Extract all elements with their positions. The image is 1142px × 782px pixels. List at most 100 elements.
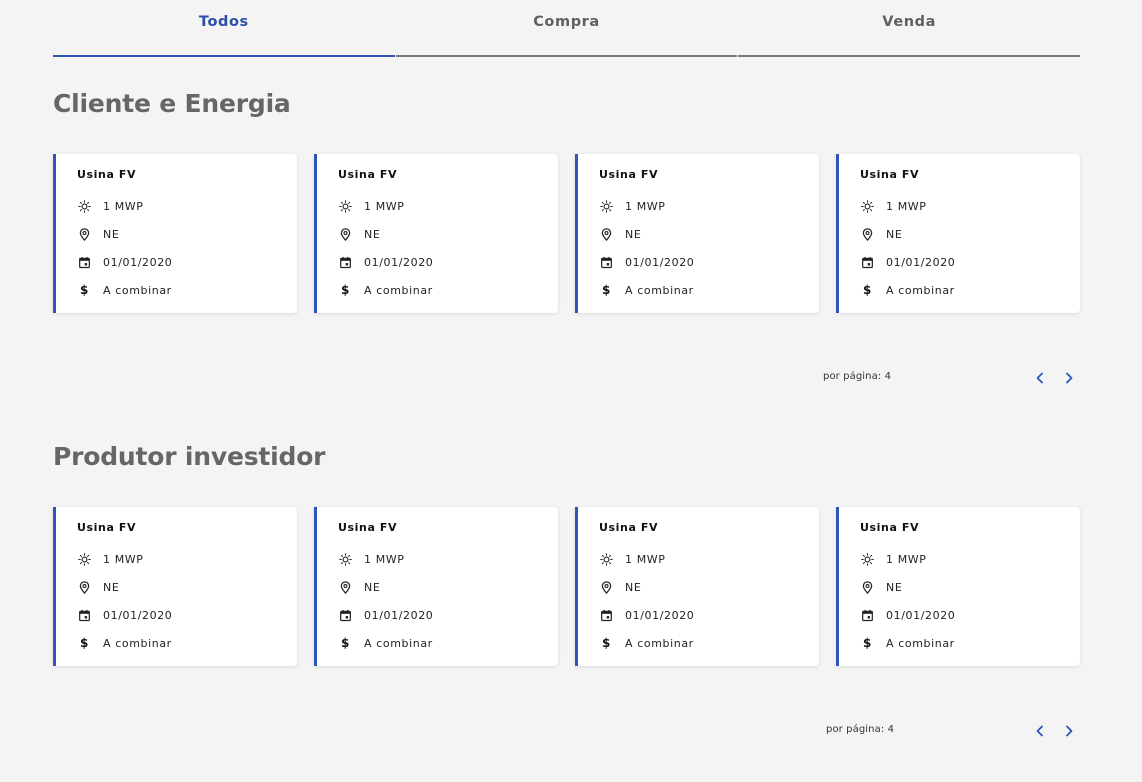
- date-value: 01/01/2020: [625, 255, 695, 269]
- region-row: NE: [599, 227, 819, 241]
- date-value: 01/01/2020: [886, 608, 956, 622]
- card-title: Usina FV: [599, 521, 659, 534]
- dollar-icon: $: [863, 283, 872, 297]
- location-pin-icon: [77, 580, 92, 594]
- tab-todos[interactable]: Todos: [53, 0, 395, 57]
- offer-card[interactable]: Usina FV 1 MWP NE 01/01/2020 $ A combina…: [314, 154, 558, 313]
- offer-card[interactable]: Usina FV 1 MWP NE 01/01/2020 $ A combina…: [53, 154, 297, 313]
- region-value: NE: [364, 580, 381, 594]
- price-value: A combinar: [103, 283, 172, 297]
- chevron-right-icon[interactable]: [1061, 370, 1077, 386]
- cards-row: Usina FV 1 MWP NE 01/01/2020 $ A combina…: [53, 154, 1080, 313]
- calendar-icon: [338, 255, 353, 269]
- power-value: 1 MWP: [625, 552, 666, 566]
- location-pin-icon: [860, 580, 875, 594]
- tab-compra[interactable]: Compra: [395, 0, 738, 57]
- tab-venda[interactable]: Venda: [738, 0, 1081, 57]
- power-row: 1 MWP: [860, 552, 1080, 566]
- offer-card[interactable]: Usina FV 1 MWP NE 01/01/2020 $ A combina…: [836, 507, 1080, 666]
- region-value: NE: [364, 227, 381, 241]
- chevron-left-icon[interactable]: [1032, 723, 1048, 739]
- location-pin-icon: [599, 227, 614, 241]
- sun-icon: [77, 199, 92, 213]
- power-value: 1 MWP: [625, 199, 666, 213]
- dollar-icon: $: [602, 283, 611, 297]
- dollar-icon: $: [341, 636, 350, 650]
- calendar-icon: [599, 255, 614, 269]
- sun-icon: [860, 552, 875, 566]
- power-row: 1 MWP: [599, 552, 819, 566]
- card-title: Usina FV: [77, 168, 137, 181]
- power-value: 1 MWP: [886, 552, 927, 566]
- region-value: NE: [625, 580, 642, 594]
- price-row: $ A combinar: [860, 283, 1080, 297]
- price-value: A combinar: [364, 636, 433, 650]
- date-value: 01/01/2020: [886, 255, 956, 269]
- location-pin-icon: [338, 580, 353, 594]
- cards-row: Usina FV 1 MWP NE 01/01/2020 $ A combina…: [53, 507, 1080, 666]
- price-row: $ A combinar: [599, 283, 819, 297]
- calendar-icon: [860, 255, 875, 269]
- price-row: $ A combinar: [338, 283, 558, 297]
- date-value: 01/01/2020: [364, 255, 434, 269]
- calendar-icon: [338, 608, 353, 622]
- offer-card[interactable]: Usina FV 1 MWP NE 01/01/2020 $ A combina…: [314, 507, 558, 666]
- dollar-icon: $: [80, 283, 89, 297]
- region-value: NE: [886, 227, 903, 241]
- power-value: 1 MWP: [886, 199, 927, 213]
- sun-icon: [860, 199, 875, 213]
- chevron-right-icon[interactable]: [1061, 723, 1077, 739]
- region-row: NE: [77, 580, 297, 594]
- tab-bar: Todos Compra Venda: [53, 0, 1081, 57]
- date-row: 01/01/2020: [77, 608, 297, 622]
- offer-card[interactable]: Usina FV 1 MWP NE 01/01/2020 $ A combina…: [836, 154, 1080, 313]
- date-row: 01/01/2020: [599, 608, 819, 622]
- power-row: 1 MWP: [338, 552, 558, 566]
- date-row: 01/01/2020: [338, 608, 558, 622]
- region-value: NE: [103, 580, 120, 594]
- date-row: 01/01/2020: [338, 255, 558, 269]
- section-title-produtor-investidor: Produtor investidor: [53, 442, 326, 471]
- power-row: 1 MWP: [77, 199, 297, 213]
- power-row: 1 MWP: [77, 552, 297, 566]
- dollar-icon: $: [863, 636, 872, 650]
- price-value: A combinar: [103, 636, 172, 650]
- offer-card[interactable]: Usina FV 1 MWP NE 01/01/2020 $ A combina…: [575, 154, 819, 313]
- location-pin-icon: [599, 580, 614, 594]
- region-row: NE: [338, 227, 558, 241]
- dollar-icon: $: [602, 636, 611, 650]
- power-row: 1 MWP: [860, 199, 1080, 213]
- region-value: NE: [886, 580, 903, 594]
- price-value: A combinar: [625, 636, 694, 650]
- offer-card[interactable]: Usina FV 1 MWP NE 01/01/2020 $ A combina…: [53, 507, 297, 666]
- card-title: Usina FV: [860, 521, 920, 534]
- price-value: A combinar: [886, 636, 955, 650]
- power-row: 1 MWP: [599, 199, 819, 213]
- date-row: 01/01/2020: [860, 255, 1080, 269]
- price-row: $ A combinar: [77, 283, 297, 297]
- location-pin-icon: [77, 227, 92, 241]
- sun-icon: [599, 199, 614, 213]
- power-value: 1 MWP: [103, 199, 144, 213]
- date-value: 01/01/2020: [103, 608, 173, 622]
- per-page-label: por página: 4: [826, 724, 895, 735]
- price-value: A combinar: [625, 283, 694, 297]
- region-row: NE: [860, 580, 1080, 594]
- card-title: Usina FV: [338, 168, 398, 181]
- region-value: NE: [625, 227, 642, 241]
- date-row: 01/01/2020: [599, 255, 819, 269]
- card-title: Usina FV: [860, 168, 920, 181]
- region-row: NE: [77, 227, 297, 241]
- dollar-icon: $: [80, 636, 89, 650]
- price-row: $ A combinar: [599, 636, 819, 650]
- card-title: Usina FV: [77, 521, 137, 534]
- region-row: NE: [860, 227, 1080, 241]
- region-row: NE: [599, 580, 819, 594]
- card-title: Usina FV: [338, 521, 398, 534]
- section-title-cliente-energia: Cliente e Energia: [53, 89, 291, 118]
- date-row: 01/01/2020: [77, 255, 297, 269]
- sun-icon: [338, 199, 353, 213]
- offer-card[interactable]: Usina FV 1 MWP NE 01/01/2020 $ A combina…: [575, 507, 819, 666]
- per-page-label: por página: 4: [823, 371, 892, 382]
- chevron-left-icon[interactable]: [1032, 370, 1048, 386]
